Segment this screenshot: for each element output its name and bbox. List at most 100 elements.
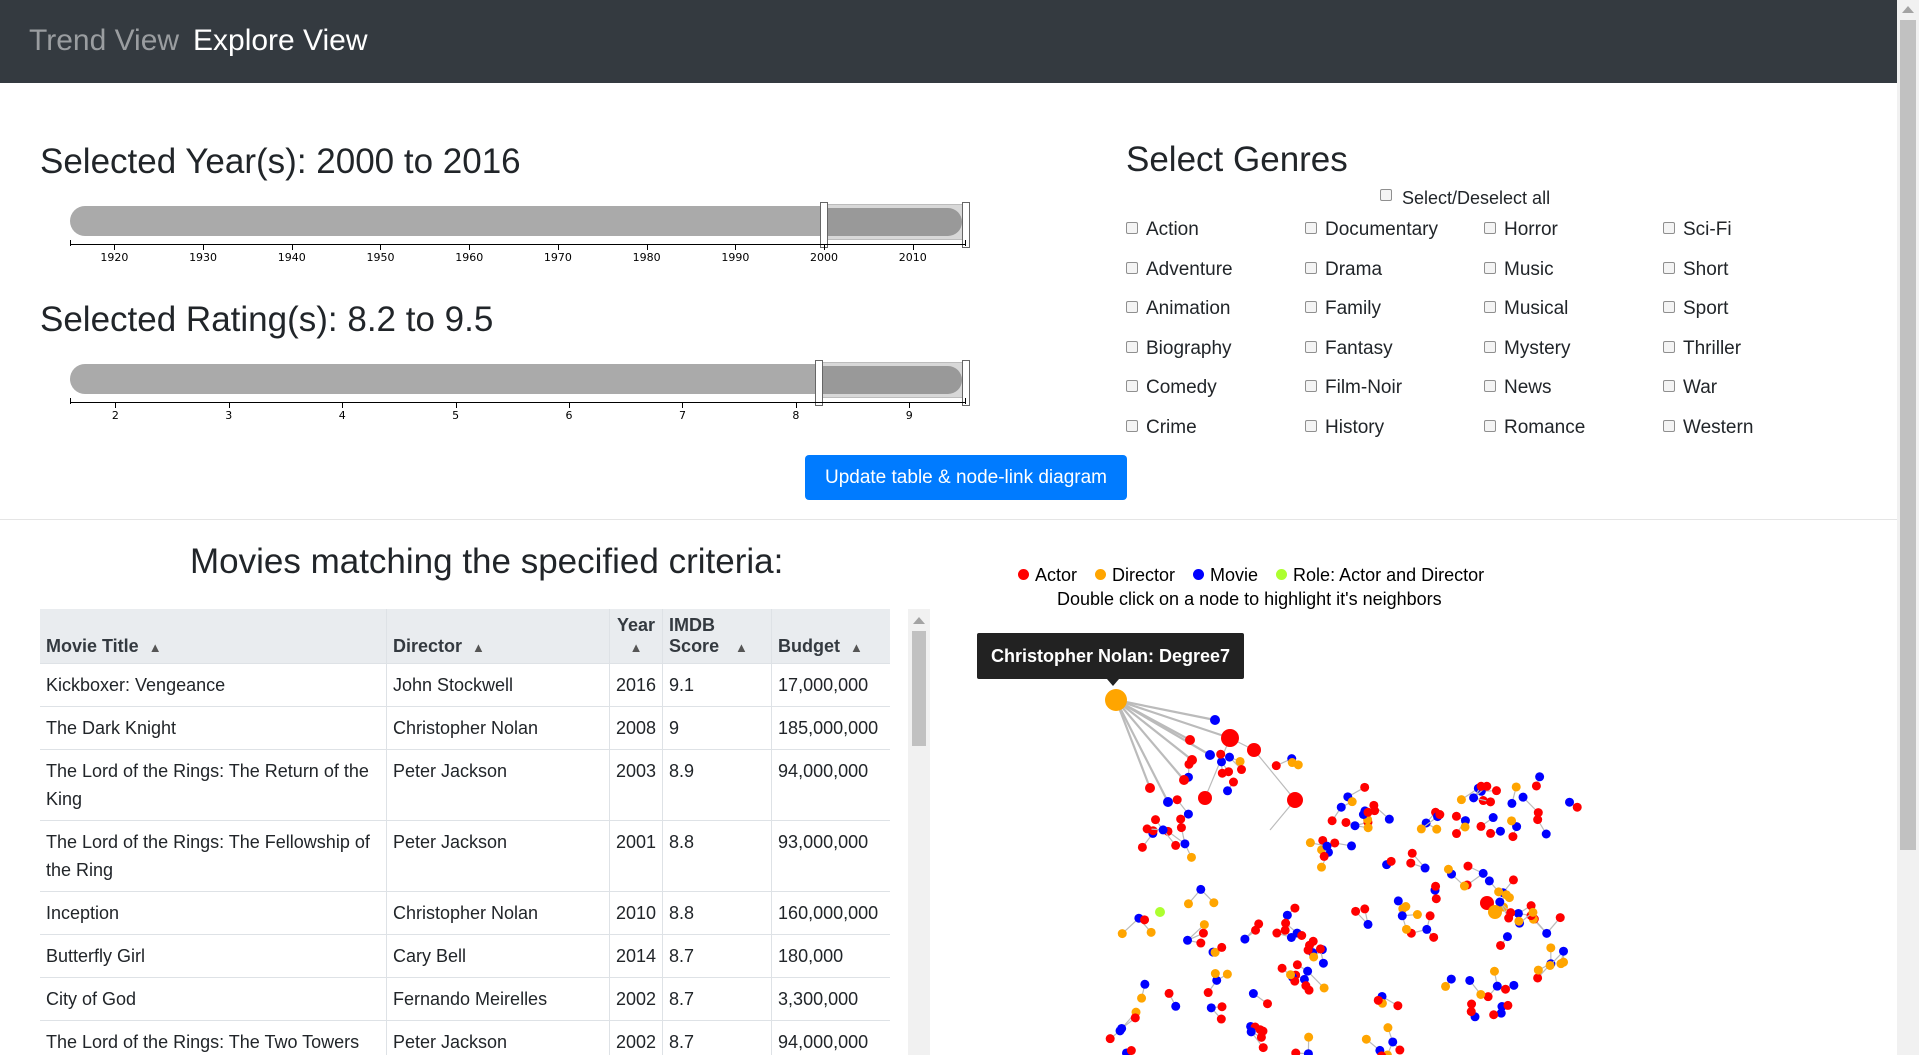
col-year[interactable]: Year ▲︎: [608, 609, 663, 664]
graph-node[interactable]: [1467, 999, 1477, 1009]
graph-node[interactable]: [1277, 963, 1287, 973]
table-row[interactable]: The Lord of the Rings: The Return of the…: [40, 749, 891, 821]
genre-fantasy[interactable]: Fantasy: [1305, 338, 1393, 360]
graph-node[interactable]: [1237, 765, 1247, 775]
genre-adventure[interactable]: Adventure: [1126, 259, 1233, 281]
genre-biography[interactable]: Biography: [1126, 338, 1232, 360]
genre-music[interactable]: Music: [1484, 259, 1554, 281]
graph-node[interactable]: [1478, 868, 1488, 878]
graph-node[interactable]: [1431, 894, 1441, 904]
graph-node[interactable]: [1486, 828, 1496, 838]
graph-node[interactable]: [1225, 733, 1235, 743]
graph-node[interactable]: [1373, 995, 1383, 1005]
graph-node[interactable]: [1309, 952, 1319, 962]
graph-node[interactable]: [1263, 999, 1272, 1009]
graph-node[interactable]: [1319, 851, 1329, 861]
graph-node[interactable]: [1258, 1043, 1268, 1053]
graph-node[interactable]: [1199, 920, 1209, 930]
genre-musical[interactable]: Musical: [1484, 298, 1568, 320]
graph-node[interactable]: [1451, 811, 1461, 821]
graph-node[interactable]: [1441, 981, 1451, 991]
graph-node[interactable]: [1315, 944, 1325, 954]
graph-node[interactable]: [1155, 907, 1165, 917]
genre-checkbox[interactable]: [1663, 221, 1675, 234]
graph-node[interactable]: [1223, 786, 1233, 796]
genre-war[interactable]: War: [1663, 377, 1717, 399]
graph-node[interactable]: [1446, 974, 1456, 984]
graph-node[interactable]: [1363, 807, 1373, 817]
genre-comedy[interactable]: Comedy: [1126, 377, 1217, 399]
graph-node[interactable]: [1412, 910, 1422, 920]
graph-node[interactable]: [1179, 775, 1189, 785]
graph-node[interactable]: [1287, 792, 1303, 808]
genre-checkbox[interactable]: [1305, 340, 1317, 353]
graph-node[interactable]: [1171, 840, 1181, 850]
genre-short[interactable]: Short: [1663, 259, 1728, 281]
genre-checkbox[interactable]: [1126, 340, 1138, 353]
graph-node[interactable]: [1176, 823, 1186, 833]
graph-node[interactable]: [1196, 884, 1206, 894]
sort-icon[interactable]: ▲︎: [472, 640, 485, 655]
graph-node[interactable]: [1488, 813, 1498, 823]
graph-node[interactable]: [1290, 903, 1300, 913]
genre-checkbox[interactable]: [1663, 261, 1675, 274]
graph-node[interactable]: [1489, 966, 1499, 976]
genre-checkbox[interactable]: [1484, 380, 1496, 393]
genre-horror[interactable]: Horror: [1484, 219, 1558, 241]
graph-node[interactable]: [1508, 875, 1518, 885]
graph-node[interactable]: [1304, 985, 1314, 995]
graph-node[interactable]: [1488, 905, 1502, 919]
graph-node[interactable]: [1535, 772, 1545, 782]
graph-node[interactable]: [1350, 821, 1360, 831]
scroll-up-arrow-icon[interactable]: [913, 617, 925, 624]
graph-node[interactable]: [1432, 824, 1442, 834]
year-slider-handle-min[interactable]: [820, 202, 829, 248]
graph-node[interactable]: [1397, 911, 1407, 921]
genre-action[interactable]: Action: [1126, 219, 1199, 241]
page-scrollbar[interactable]: [1897, 0, 1919, 1055]
graph-node[interactable]: [1395, 1045, 1405, 1055]
graph-node[interactable]: [1137, 993, 1147, 1003]
graph-node[interactable]: [1206, 1003, 1216, 1013]
table-row[interactable]: Inception Christopher Nolan 2010 8.8 160,000…: [40, 891, 891, 935]
genre-checkbox[interactable]: [1305, 221, 1317, 234]
rating-slider-handle-min[interactable]: [814, 360, 823, 406]
graph-node[interactable]: [1126, 1046, 1136, 1055]
graph-node[interactable]: [1210, 969, 1220, 979]
graph-node[interactable]: [1180, 839, 1190, 849]
sort-icon[interactable]: ▲︎: [630, 640, 643, 655]
table-row[interactable]: The Lord of the Rings: The Two Towers Pet…: [40, 1020, 891, 1055]
graph-node[interactable]: [1217, 1002, 1227, 1012]
genre-checkbox[interactable]: [1663, 301, 1675, 314]
graph-node[interactable]: [1292, 960, 1302, 970]
graph-node[interactable]: [1542, 928, 1552, 938]
genre-checkbox[interactable]: [1305, 301, 1317, 314]
graph-node[interactable]: [1198, 791, 1212, 805]
graph-node[interactable]: [1146, 927, 1156, 937]
graph-node[interactable]: [1130, 1013, 1140, 1023]
genre-animation[interactable]: Animation: [1126, 298, 1231, 320]
update-button[interactable]: Update table & node-link diagram: [805, 455, 1127, 500]
graph-node[interactable]: [1316, 862, 1326, 872]
graph-node[interactable]: [1501, 984, 1511, 994]
rating-slider-selection[interactable]: [818, 362, 966, 398]
graph-node[interactable]: [1533, 965, 1543, 975]
graph-node[interactable]: [1172, 795, 1182, 805]
table-row[interactable]: City of God Fernando Meirelles 2002 8.7 3,30…: [40, 977, 891, 1021]
graph-node[interactable]: [1469, 793, 1479, 803]
graph-node[interactable]: [1183, 935, 1193, 945]
graph-node[interactable]: [1140, 915, 1150, 925]
genre-drama[interactable]: Drama: [1305, 259, 1382, 281]
graph-node[interactable]: [1361, 1034, 1371, 1044]
genre-checkbox[interactable]: [1484, 261, 1496, 274]
graph-node[interactable]: [1216, 1014, 1226, 1024]
genre-documentary[interactable]: Documentary: [1305, 219, 1438, 241]
graph-node[interactable]: [1280, 925, 1290, 935]
graph-node[interactable]: [1407, 848, 1417, 858]
graph-node[interactable]: [1476, 821, 1486, 831]
graph-node[interactable]: [1416, 824, 1426, 834]
graph-node[interactable]: [1484, 876, 1494, 886]
graph-node[interactable]: [1494, 887, 1504, 897]
graph-node[interactable]: [1452, 829, 1462, 839]
year-slider-handle-max[interactable]: [962, 202, 970, 248]
